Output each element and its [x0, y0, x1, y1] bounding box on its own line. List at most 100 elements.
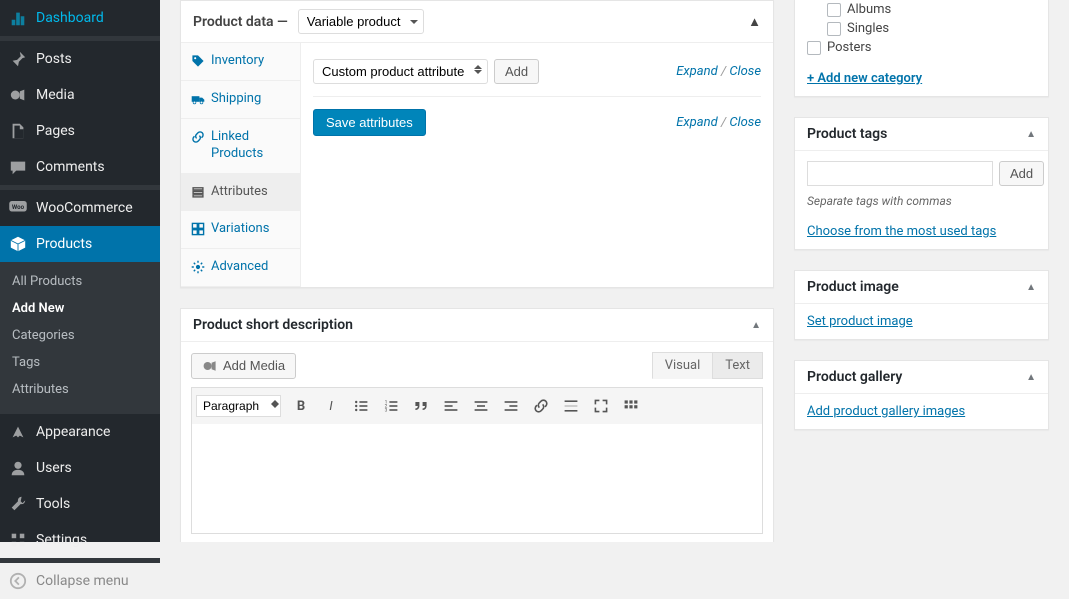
inventory-icon: [191, 54, 205, 68]
sidebar-item-label: Tools: [36, 496, 70, 512]
sidebar-item-users[interactable]: Users: [0, 450, 160, 486]
sidebar-sub-add-new[interactable]: Add New: [0, 295, 160, 322]
appearance-icon: [8, 422, 28, 442]
sidebar-item-comments[interactable]: Comments: [0, 149, 160, 185]
number-list-button[interactable]: 123: [377, 392, 405, 420]
category-item: Posters: [807, 38, 1036, 57]
align-left-button[interactable]: [437, 392, 465, 420]
add-attribute-button[interactable]: Add: [494, 59, 539, 84]
tab-label: Attributes: [211, 184, 268, 201]
add-new-category-link[interactable]: + Add new category: [807, 71, 922, 86]
svg-text:Woo: Woo: [12, 204, 25, 211]
sidebar-item-media[interactable]: Media: [0, 77, 160, 113]
set-product-image-link[interactable]: Set product image: [807, 314, 913, 329]
sidebar-sub-categories[interactable]: Categories: [0, 322, 160, 349]
sidebar-sub-tags[interactable]: Tags: [0, 349, 160, 376]
sidebar-item-posts[interactable]: Posts: [0, 41, 160, 77]
short-description-panel: Product short description ▲ Add Media Vi…: [180, 308, 774, 542]
tab-label: Inventory: [211, 53, 264, 70]
toggle-icon[interactable]: ▲: [748, 14, 761, 30]
editor-tab-text[interactable]: Text: [712, 352, 763, 379]
panel-title: Product image: [807, 279, 899, 295]
save-attributes-button[interactable]: Save attributes: [313, 109, 426, 136]
sidebar-item-label: Media: [36, 87, 75, 103]
sidebar-item-settings[interactable]: Settings: [0, 522, 160, 558]
users-icon: [8, 458, 28, 478]
tab-variations[interactable]: Variations: [181, 211, 300, 249]
comments-icon: [8, 157, 28, 177]
svg-text:3: 3: [385, 408, 388, 414]
sidebar-item-appearance[interactable]: Appearance: [0, 414, 160, 450]
sidebar-sub-all-products[interactable]: All Products: [0, 268, 160, 295]
sidebar-item-label: Users: [36, 460, 72, 476]
italic-button[interactable]: I: [317, 392, 345, 420]
tab-inventory[interactable]: Inventory: [181, 43, 300, 81]
add-tag-button[interactable]: Add: [999, 161, 1044, 186]
format-select[interactable]: Paragraph: [196, 395, 281, 417]
category-checkbox[interactable]: [827, 22, 841, 36]
choose-tags-link[interactable]: Choose from the most used tags: [807, 224, 996, 239]
category-checkbox[interactable]: [827, 3, 841, 17]
pages-icon: [8, 121, 28, 141]
product-tags-panel: Product tags ▲ Add Separate tags with co…: [794, 117, 1049, 250]
category-checkbox[interactable]: [807, 41, 821, 55]
expand-link[interactable]: Expand: [676, 115, 717, 130]
toggle-icon[interactable]: ▲: [751, 320, 761, 331]
categories-panel: Albums Singles Posters + Add new categor…: [794, 0, 1049, 97]
align-center-button[interactable]: [467, 392, 495, 420]
attribute-select[interactable]: Custom product attribute: [313, 59, 488, 84]
tab-attributes[interactable]: Attributes: [181, 174, 300, 212]
editor-content[interactable]: [191, 424, 763, 534]
align-right-button[interactable]: [497, 392, 525, 420]
sidebar-item-woocommerce[interactable]: Woo WooCommerce: [0, 190, 160, 226]
sidebar-item-collapse[interactable]: Collapse menu: [0, 563, 160, 599]
sidebar-item-label: Pages: [36, 123, 75, 139]
tab-label: Advanced: [211, 259, 268, 276]
tab-linked-products[interactable]: Linked Products: [181, 119, 300, 174]
readmore-button[interactable]: [557, 392, 585, 420]
sidebar-item-tools[interactable]: Tools: [0, 486, 160, 522]
tab-label: Linked Products: [211, 129, 290, 163]
sidebar-item-label: WooCommerce: [36, 200, 133, 216]
advanced-icon: [191, 260, 205, 274]
toggle-icon[interactable]: ▲: [1026, 282, 1036, 293]
bullet-list-button[interactable]: [347, 392, 375, 420]
fullscreen-button[interactable]: [587, 392, 615, 420]
sidebar-item-label: Settings: [36, 532, 87, 548]
close-link[interactable]: Close: [729, 115, 761, 130]
tag-input[interactable]: [807, 161, 993, 186]
add-media-button[interactable]: Add Media: [191, 353, 296, 379]
sidebar-sub-attributes[interactable]: Attributes: [0, 376, 160, 403]
close-link[interactable]: Close: [729, 64, 761, 79]
tab-shipping[interactable]: Shipping: [181, 81, 300, 119]
media-icon: [202, 358, 218, 374]
toggle-icon[interactable]: ▲: [1026, 129, 1036, 140]
sidebar-item-label: Products: [36, 236, 92, 252]
link-button[interactable]: [527, 392, 555, 420]
sidebar-item-label: Comments: [36, 159, 105, 175]
panel-title: Product tags: [807, 126, 887, 142]
toggle-icon[interactable]: ▲: [1026, 372, 1036, 383]
bold-button[interactable]: B: [287, 392, 315, 420]
product-image-panel: Product image ▲ Set product image: [794, 270, 1049, 340]
category-item: Singles: [807, 19, 1036, 38]
sidebar-item-products[interactable]: Products: [0, 226, 160, 262]
product-data-panel: Product data — Variable product ▲ Invent…: [180, 0, 774, 288]
product-type-select[interactable]: Variable product: [298, 9, 424, 34]
toolbar-toggle-button[interactable]: [617, 392, 645, 420]
tab-advanced[interactable]: Advanced: [181, 249, 300, 287]
link-icon: [191, 130, 205, 144]
media-icon: [8, 85, 28, 105]
settings-icon: [8, 530, 28, 550]
blockquote-button[interactable]: [407, 392, 435, 420]
sidebar-item-label: Appearance: [36, 424, 110, 440]
sidebar-item-label: Collapse menu: [36, 573, 129, 589]
attributes-icon: [191, 185, 205, 199]
add-gallery-images-link[interactable]: Add product gallery images: [807, 404, 965, 419]
expand-link[interactable]: Expand: [676, 64, 717, 79]
sidebar-item-label: Dashboard: [36, 10, 104, 26]
editor-tab-visual[interactable]: Visual: [652, 352, 714, 379]
variations-icon: [191, 222, 205, 236]
sidebar-item-pages[interactable]: Pages: [0, 113, 160, 149]
sidebar-item-dashboard[interactable]: Dashboard: [0, 0, 160, 36]
